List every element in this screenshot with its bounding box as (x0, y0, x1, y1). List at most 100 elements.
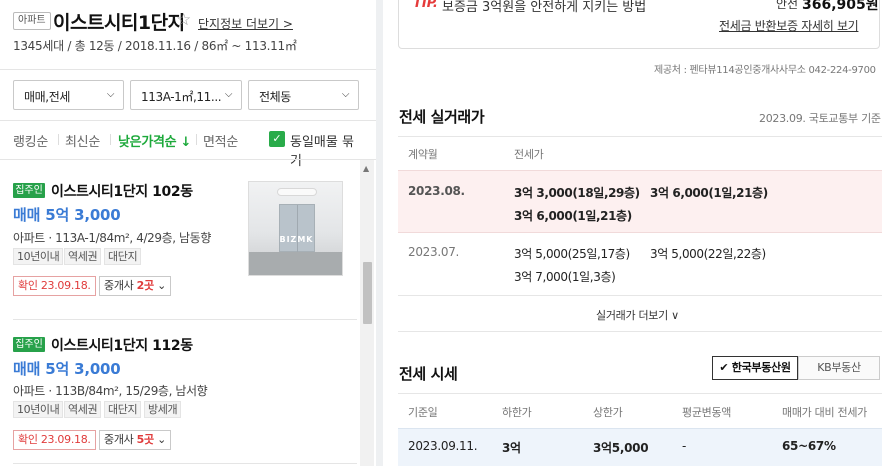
listing-title[interactable]: 이스트시티1단지 102동 (51, 181, 193, 201)
trade-type-dropdown[interactable]: 매매,전세 ⌵ (13, 80, 124, 110)
tip-amount: 366,905원 (802, 0, 879, 13)
listing-tag: 역세권 (64, 248, 102, 265)
listing-tag: 역세권 (64, 401, 102, 418)
sort-separator (58, 134, 59, 145)
source-tab-kb[interactable]: KB부동산 (798, 356, 880, 380)
tip-text: 보증금 3억원을 안전하게 지키는 방법 (442, 0, 647, 15)
complex-header: 아파트 이스트시티1단지 ☆ 단지정보 더보기 > 1345세대 / 총 12동… (0, 0, 376, 69)
group-same-listing-label[interactable]: 동일매물 묶기 (290, 131, 363, 169)
group-same-listing-checkbox[interactable]: ✓ (269, 131, 285, 147)
chevron-down-icon: ⌵ (341, 89, 350, 100)
agent-label: 중개사 (104, 433, 137, 446)
tip-label: TIP. (413, 0, 438, 11)
sort-separator (110, 134, 111, 145)
deal-entry: 3억 5,000(22일,22층) (650, 247, 766, 261)
listing-price: 매매 5억 3,000 (13, 206, 121, 224)
deal-entry: 3억 6,000(1일,21층) (650, 186, 768, 200)
deposit-guarantee-link[interactable]: 전세금 반환보증 자세히 보기 (719, 17, 859, 34)
listing-spec: 아파트 · 113A-1/84m², 4/29층, 남동향 (13, 231, 211, 245)
divider (0, 159, 376, 160)
listing-tag: 대단지 (104, 248, 142, 265)
header-contract-month: 계약월 (408, 148, 438, 161)
divider (398, 331, 882, 332)
confirmed-date: 확인 23.09.18. (13, 276, 96, 296)
complex-info-link[interactable]: 단지정보 더보기 > (198, 15, 293, 32)
header-ratio: 매매가 대비 전세가 (782, 406, 867, 419)
confirmed-date: 확인 23.09.18. (13, 430, 96, 450)
sort-ranking[interactable]: 랭킹순 (13, 131, 48, 150)
deal-month: 2023.07. (408, 245, 460, 259)
jeonse-market-title: 전세 시세 (399, 365, 458, 383)
building-dropdown[interactable]: 전체동 ⌵ (248, 80, 359, 110)
floor (249, 252, 342, 275)
complex-name: 이스트시티1단지 (53, 12, 185, 34)
area-value: 113A-1㎡,11... (141, 90, 222, 104)
listing-price: 매매 5억 3,000 (13, 360, 121, 378)
agent-count-button[interactable]: 중개사 5곳 ⌄ (99, 430, 171, 450)
photo-watermark: BIZMK (279, 235, 314, 244)
jeonse-deals-note: 2023.09. 국토교통부 기준 (759, 112, 881, 125)
listing-panel: 아파트 이스트시티1단지 ☆ 단지정보 더보기 > 1345세대 / 총 12동… (0, 0, 376, 466)
owner-badge: 집주인 (13, 183, 45, 198)
market-upper-price: 3억5,000 (593, 441, 649, 455)
listing-spec: 아파트 · 113B/84m², 15/29층, 남서향 (13, 384, 208, 398)
type-badge: 아파트 (13, 12, 51, 30)
deal-month: 2023.08. (408, 184, 465, 198)
jeonse-deals-title: 전세 실거래가 (399, 108, 485, 126)
divider (398, 295, 882, 296)
complex-meta: 1345세대 / 총 12동 / 2018.11.16 / 86㎡ ~ 113.… (13, 39, 297, 53)
chevron-down-icon: ⌵ (224, 89, 233, 100)
header-lower-price: 하한가 (502, 406, 532, 419)
panel-gutter (376, 0, 383, 466)
listing-title[interactable]: 이스트시티1단지 112동 (51, 335, 193, 355)
agent-label: 중개사 (104, 279, 137, 292)
divider (0, 120, 376, 121)
more-deals-button[interactable]: 실거래가 더보기 ∨ (596, 307, 679, 323)
header-base-date: 기준일 (408, 406, 438, 419)
agent-count-button[interactable]: 중개사 2곳 ⌄ (99, 276, 171, 296)
deal-entry: 3억 3,000(18일,29층) (514, 186, 640, 200)
area-dropdown[interactable]: 113A-1㎡,11... ⌵ (130, 80, 242, 110)
filter-bar: 매매,전세 ⌵ 113A-1㎡,11... ⌵ 전체동 ⌵ (13, 80, 361, 110)
sort-latest[interactable]: 최신순 (65, 131, 100, 150)
divider (0, 69, 376, 70)
source-tab-reb[interactable]: ✔ 한국부동산원 (712, 356, 798, 380)
owner-badge: 집주인 (13, 337, 45, 352)
chevron-down-icon: ⌄ (157, 433, 166, 446)
scroll-up-icon[interactable]: ▲ (363, 164, 369, 173)
listing-tag: 대단지 (104, 401, 142, 418)
deal-row-highlight (398, 170, 882, 233)
listing-tag: 10년이내 (13, 248, 64, 265)
deal-entry: 3억 6,000(1일,21층) (514, 209, 632, 223)
header-upper-price: 상한가 (593, 406, 623, 419)
header-jeonse-price: 전세가 (514, 148, 544, 161)
listing-tag: 10년이내 (13, 401, 64, 418)
chevron-down-icon: ⌄ (157, 279, 166, 292)
market-ratio: 65~67% (782, 439, 836, 453)
agent-count: 5곳 (136, 433, 154, 446)
listing-tag: 방세개 (144, 401, 182, 418)
divider (13, 463, 357, 464)
source-info: 제공처 : 펜타뷰114공인중개사사무소 042-224-9700 (654, 65, 876, 76)
trade-type-value: 매매,전세 (24, 90, 70, 104)
scrollbar-thumb[interactable] (363, 262, 372, 324)
building-value: 전체동 (259, 90, 291, 104)
divider (398, 393, 882, 394)
header-avg-change: 평균변동액 (682, 406, 732, 419)
deal-entry: 3억 7,000(1일,3층) (514, 270, 616, 284)
divider (13, 319, 357, 320)
window (279, 204, 315, 253)
listing-photo[interactable]: BIZMK (248, 181, 343, 276)
sort-area[interactable]: 면적순 (203, 131, 238, 150)
sort-separator (196, 134, 197, 145)
app-root: 아파트 이스트시티1단지 ☆ 단지정보 더보기 > 1345세대 / 총 12동… (0, 0, 888, 466)
market-lower-price: 3억 (502, 441, 521, 455)
sort-low-price[interactable]: 낮은가격순 ↓ (118, 131, 191, 150)
divider (398, 136, 882, 137)
tip-amount-label: 안전 (776, 0, 799, 11)
agent-count: 2곳 (136, 279, 154, 292)
market-avg-change: - (682, 439, 687, 453)
market-base-date: 2023.09.11. (408, 439, 478, 453)
ceiling-light (277, 188, 317, 196)
favorite-star-icon[interactable]: ☆ (176, 10, 191, 30)
